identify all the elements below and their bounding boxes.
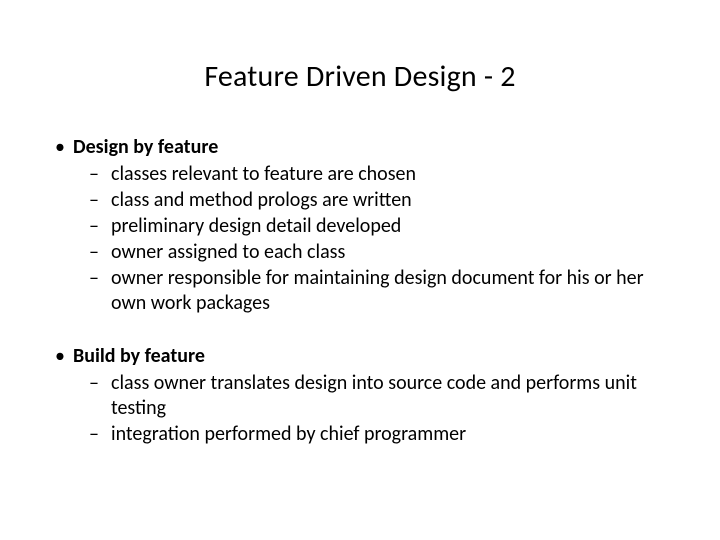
list-item: class owner translates design into sourc… — [111, 371, 665, 421]
list-item: class and method prologs are written — [111, 188, 665, 213]
list-item: integration performed by chief programme… — [111, 422, 665, 447]
sub-list: classes relevant to feature are chosen c… — [73, 162, 665, 316]
section-build-by-feature: Build by feature class owner translates … — [73, 344, 665, 447]
slide: Feature Driven Design - 2 Design by feat… — [0, 0, 720, 540]
section-heading: Build by feature — [73, 344, 205, 368]
list-item: preliminary design detail developed — [111, 214, 665, 239]
slide-content: Design by feature classes relevant to fe… — [55, 135, 665, 447]
slide-title: Feature Driven Design - 2 — [55, 58, 665, 95]
section-design-by-feature: Design by feature classes relevant to fe… — [73, 135, 665, 316]
section-heading: Design by feature — [73, 135, 218, 159]
list-item: owner responsible for maintaining design… — [111, 266, 665, 316]
list-item: owner assigned to each class — [111, 240, 665, 265]
list-item: classes relevant to feature are chosen — [111, 162, 665, 187]
sub-list: class owner translates design into sourc… — [73, 371, 665, 447]
bullet-list: Design by feature classes relevant to fe… — [55, 135, 665, 447]
